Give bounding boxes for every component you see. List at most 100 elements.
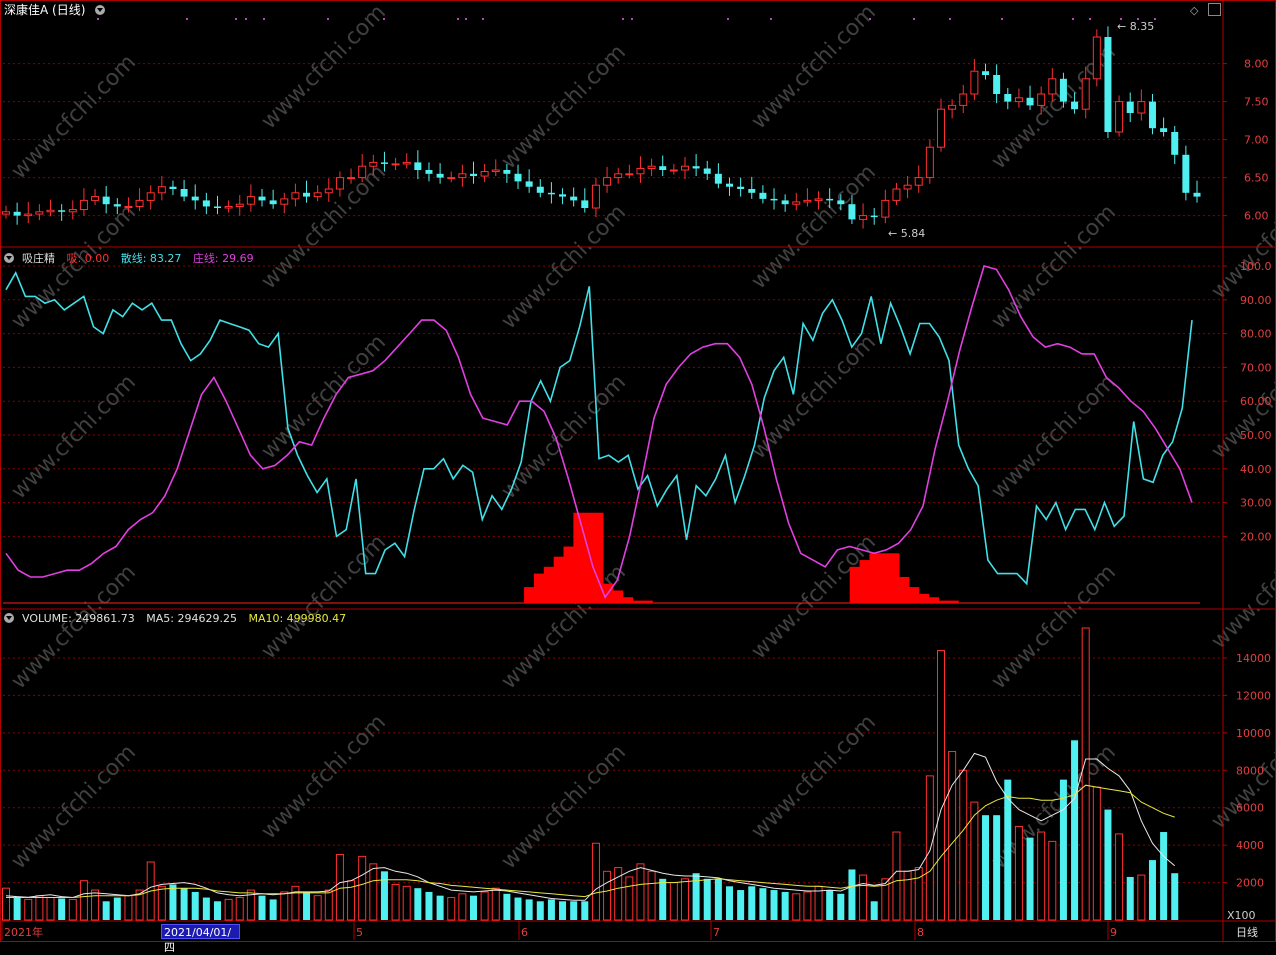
candle-body[interactable] [113, 204, 121, 207]
candle-body[interactable] [469, 173, 477, 177]
volume-bar[interactable] [324, 889, 333, 921]
chart-canvas[interactable]: www.cfchi.com www.cfchi.com www.cfchi.com w… [0, 0, 1276, 942]
volume-bar[interactable] [358, 855, 367, 921]
candle-body[interactable] [380, 162, 388, 164]
absorb-bar[interactable] [849, 566, 861, 603]
candle-body[interactable] [335, 177, 344, 190]
volume-bar[interactable] [402, 885, 411, 921]
volume-bar[interactable] [13, 897, 21, 920]
candle-body[interactable] [258, 196, 266, 201]
volume-bar[interactable] [559, 901, 567, 920]
window-max-icon[interactable] [1208, 3, 1221, 16]
candle-body[interactable] [936, 108, 945, 148]
volume-bar[interactable] [1071, 740, 1079, 920]
volume-bar[interactable] [680, 878, 689, 921]
candle-body[interactable] [458, 173, 467, 179]
candle-body[interactable] [1126, 101, 1134, 113]
candle-body[interactable] [1037, 93, 1046, 106]
candle-body[interactable] [748, 189, 756, 193]
candle-body[interactable] [191, 196, 199, 201]
candle-body[interactable] [525, 181, 533, 187]
volume-bar[interactable] [525, 899, 533, 920]
candle-body[interactable] [925, 146, 934, 179]
candle-body[interactable] [2, 211, 10, 215]
candle-body[interactable] [1182, 154, 1190, 193]
candle-body[interactable] [157, 186, 166, 194]
volume-bar[interactable] [79, 880, 88, 921]
absorb-bar[interactable] [948, 600, 959, 603]
candle-body[interactable] [269, 200, 277, 205]
candle-body[interactable] [180, 189, 188, 197]
volume-bar[interactable] [113, 897, 121, 920]
volume-bar[interactable] [224, 898, 233, 921]
volume-bar[interactable] [781, 891, 789, 920]
volume-menu-icon[interactable] [4, 613, 14, 623]
candle-body[interactable] [659, 166, 667, 170]
volume-bar[interactable] [770, 890, 778, 920]
candle-body[interactable] [425, 170, 433, 174]
volume-bar[interactable] [235, 897, 244, 921]
candle-body[interactable] [703, 168, 711, 174]
candle-body[interactable] [347, 177, 356, 180]
candle-body[interactable] [303, 192, 311, 197]
candle-body[interactable] [914, 177, 923, 186]
candle-body[interactable] [669, 169, 678, 172]
volume-bar[interactable] [970, 801, 979, 921]
volume-bar[interactable] [157, 885, 166, 921]
volume-bar[interactable] [202, 897, 210, 920]
candle-body[interactable] [491, 169, 500, 173]
candle-body[interactable] [291, 192, 300, 200]
volume-bar[interactable] [369, 863, 378, 921]
candle-body[interactable] [402, 161, 411, 165]
candle-body[interactable] [1148, 101, 1156, 129]
candle-body[interactable] [636, 167, 645, 175]
volume-bar[interactable] [1171, 873, 1179, 920]
volume-bar[interactable] [1126, 876, 1134, 920]
candle-body[interactable] [536, 186, 544, 193]
volume-bar[interactable] [1059, 779, 1067, 920]
diamond-icon[interactable]: ◇ [1190, 4, 1198, 17]
candle-body[interactable] [169, 186, 177, 189]
volume-bar[interactable] [291, 885, 300, 921]
candle-body[interactable] [714, 173, 722, 184]
absorb-bar[interactable] [553, 556, 565, 603]
volume-bar[interactable] [213, 901, 221, 920]
candle-body[interactable] [24, 213, 33, 217]
candle-body[interactable] [369, 161, 378, 167]
volume-bar[interactable] [536, 901, 544, 920]
volume-bar[interactable] [669, 882, 678, 921]
candle-body[interactable] [1014, 97, 1023, 103]
absorb-bar[interactable] [583, 512, 594, 603]
candle-body[interactable] [982, 71, 990, 75]
volume-bar[interactable] [870, 901, 878, 920]
volume-bar[interactable] [1115, 833, 1124, 921]
volume-bar[interactable] [436, 895, 444, 920]
candle-body[interactable] [959, 93, 968, 106]
candle-body[interactable] [313, 192, 322, 198]
candle-body[interactable] [146, 192, 155, 201]
candle-body[interactable] [859, 215, 868, 220]
volume-bar[interactable] [936, 649, 945, 921]
candle-body[interactable] [970, 70, 979, 95]
candle-body[interactable] [514, 173, 522, 182]
candle-body[interactable] [246, 196, 255, 205]
candle-body[interactable] [1081, 78, 1090, 110]
candle-body[interactable] [792, 201, 801, 205]
candle-body[interactable] [680, 165, 689, 171]
volume-bar[interactable] [313, 895, 322, 921]
absorb-bar[interactable] [889, 553, 900, 603]
candle-body[interactable] [581, 200, 589, 208]
volume-bar[interactable] [759, 888, 767, 920]
volume-bar[interactable] [625, 876, 634, 921]
candle-body[interactable] [781, 200, 789, 205]
candle-body[interactable] [948, 104, 957, 110]
volume-bar[interactable] [703, 878, 711, 920]
candle-body[interactable] [1104, 37, 1112, 132]
candle-body[interactable] [324, 188, 333, 194]
volume-bar[interactable] [1037, 831, 1046, 921]
volume-bar[interactable] [948, 751, 957, 921]
volume-bar[interactable] [1160, 832, 1168, 920]
volume-bar[interactable] [603, 870, 612, 921]
candle-body[interactable] [848, 204, 856, 220]
candle-body[interactable] [1071, 101, 1079, 110]
